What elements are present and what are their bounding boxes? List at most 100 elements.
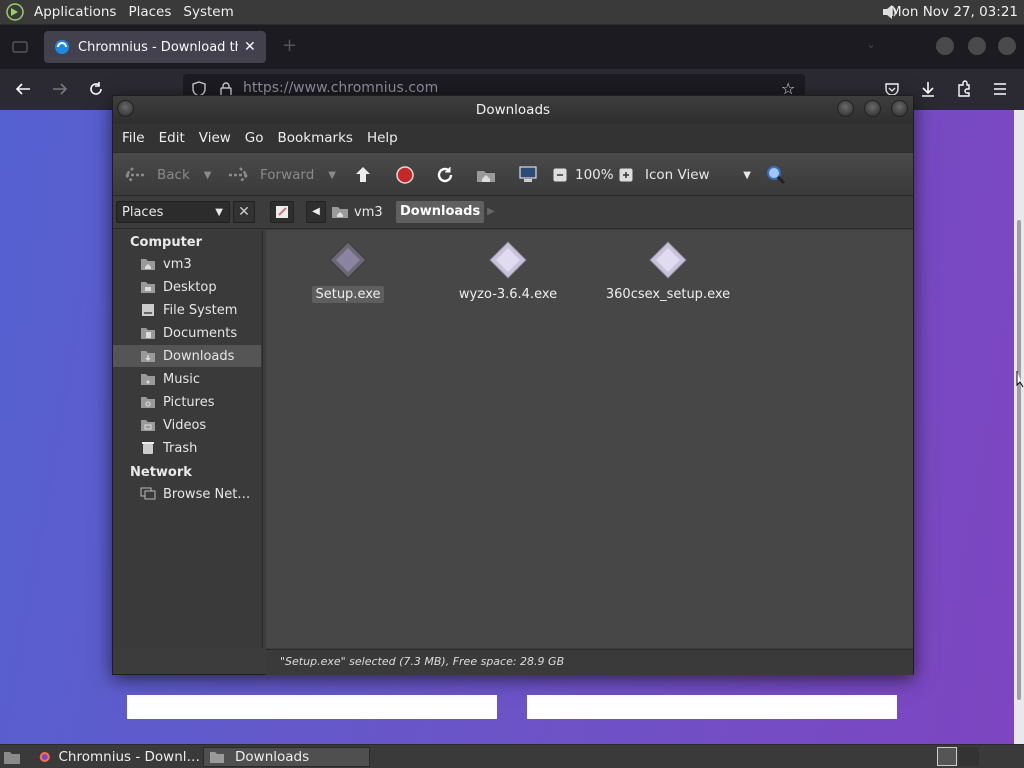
sidebar-item-videos[interactable]: Videos [113,414,261,436]
up-button[interactable] [353,153,373,197]
sidebar-item-desktop[interactable]: Desktop [113,276,261,298]
fm-maximize-button[interactable] [864,100,881,117]
drive-icon [142,304,154,316]
reload-button[interactable] [435,153,455,197]
show-desktop-icon[interactable] [3,749,21,765]
crumb-scroll-left-icon[interactable]: ◀ [306,201,326,223]
forward-icon [229,167,249,183]
file-name: Setup.exe [312,286,384,303]
view-mode-select[interactable]: Icon View ▼ [645,153,751,197]
file-item[interactable]: Setup.exe [268,240,428,303]
crumb-scroll-right-icon[interactable]: ▶ [483,201,499,223]
back-history-dropdown-icon[interactable]: ▼ [204,170,212,181]
browser-tab[interactable]: Chromnius - Download the ✕ [44,31,266,63]
sidebar-item-downloads[interactable]: Downloads [113,345,261,367]
forward-arrow-icon[interactable] [51,80,69,98]
list-tabs-icon[interactable]: ⌄ [866,37,876,51]
sidebar-item-label: File System [163,302,238,318]
workspace-switcher[interactable] [937,747,957,766]
fm-titlebar[interactable]: Downloads [113,96,913,124]
file-item[interactable]: 360csex_setup.exe [588,240,748,303]
edit-location-icon[interactable] [270,201,294,223]
sidebar-item-label: Downloads [163,348,235,364]
home-folder-icon [477,171,495,182]
task-browser[interactable]: Chromnius - Downl… [34,747,200,767]
zoom-in-button[interactable] [619,153,633,197]
new-tab-icon[interactable]: + [282,35,297,56]
workspace-switcher-2[interactable] [959,747,979,766]
sidebar-item-file-system[interactable]: File System [113,299,261,321]
fm-menu-go[interactable]: Go [238,130,271,146]
file-name: wyzo-3.6.4.exe [458,287,558,302]
extensions-icon[interactable] [956,80,972,98]
fm-menu-file[interactable]: File [115,130,152,146]
fm-menubar: File Edit View Go Bookmarks Help [113,124,913,152]
folder-icon [210,752,224,763]
sidebar-item-music[interactable]: Music [113,368,261,390]
zoom-level-label: 100% [575,167,614,183]
reload-icon[interactable] [87,80,105,98]
tab-overview-icon[interactable] [12,39,28,55]
sidebar-item-label: Videos [163,417,207,433]
sidebar-item-browse-network[interactable]: Browse Net… [113,483,261,505]
fm-toolbar: Back ▼ Forward ▼ 100% Icon View ▼ [113,152,913,196]
sidebar-item-documents[interactable]: Documents [113,322,261,344]
close-window-icon[interactable] [998,37,1016,55]
fm-menu-view[interactable]: View [192,130,238,146]
fm-menu-help[interactable]: Help [360,130,405,146]
fm-menu-button[interactable] [117,100,134,117]
firefox-icon [39,751,50,763]
menu-places[interactable]: Places [122,4,177,20]
fm-menu-edit[interactable]: Edit [152,130,192,146]
clock[interactable]: Mon Nov 27, 03:21 [890,4,1018,20]
maximize-window-icon[interactable] [968,37,986,55]
file-view[interactable]: Setup.exe wyzo-3.6.4.exe 360csex_setup.e… [266,230,913,648]
url-text[interactable]: https://www.chromnius.com [243,80,438,96]
trash-icon [142,442,154,454]
videos-folder-icon [141,420,155,431]
menu-applications[interactable]: Applications [28,4,122,20]
view-mode-label: Icon View [645,167,710,183]
minimize-window-icon[interactable] [936,37,954,55]
forward-history-dropdown-icon[interactable]: ▼ [328,170,336,181]
stop-button[interactable] [395,153,415,197]
page-card-left [127,695,497,719]
side-pane-select[interactable]: Places ▼ [116,201,230,223]
computer-button[interactable] [517,153,539,197]
zoom-out-button[interactable] [553,153,567,197]
forward-button[interactable]: Forward ▼ [226,153,336,197]
crumb-downloads[interactable]: Downloads [396,201,485,223]
distro-logo-icon[interactable] [6,3,24,21]
fm-close-button[interactable] [891,100,908,117]
bottom-taskbar: Chromnius - Downl… Downloads [0,744,1024,768]
places-sidebar: Computer vm3 Desktop File System Documen… [113,230,263,648]
fm-minimize-button[interactable] [837,100,854,117]
home-button[interactable] [475,153,497,197]
sidebar-item-vm3[interactable]: vm3 [113,253,261,275]
page-scrollbar[interactable] [1014,110,1024,744]
back-button[interactable]: Back ▼ [123,153,211,197]
zoom-level[interactable]: 100% [575,153,614,197]
sidebar-item-label: Music [163,371,200,387]
downloads-icon[interactable] [920,80,936,98]
downloads-folder-icon [141,351,155,362]
hamburger-menu-icon[interactable] [992,80,1008,98]
sidebar-item-pictures[interactable]: Pictures [113,391,261,413]
back-arrow-icon[interactable] [14,80,32,98]
crumb-vm3[interactable]: vm3 [331,200,383,224]
sidebar-item-label: Trash [163,440,198,456]
back-icon [124,167,144,183]
network-icon [140,487,156,500]
task-downloads[interactable]: Downloads [203,747,370,767]
search-button[interactable] [765,153,787,197]
tab-close-icon[interactable]: ✕ [244,39,256,55]
menu-system[interactable]: System [177,4,239,20]
fm-menu-bookmarks[interactable]: Bookmarks [271,130,360,146]
pictures-folder-icon [141,397,155,408]
fm-statusbar: "Setup.exe" selected (7.3 MB), Free spac… [266,649,913,675]
file-name: 360csex_setup.exe [605,287,731,302]
executable-file-icon [329,241,367,279]
close-side-pane-icon[interactable]: ✕ [233,201,255,223]
sidebar-item-trash[interactable]: Trash [113,437,261,459]
file-item[interactable]: wyzo-3.6.4.exe [428,240,588,303]
